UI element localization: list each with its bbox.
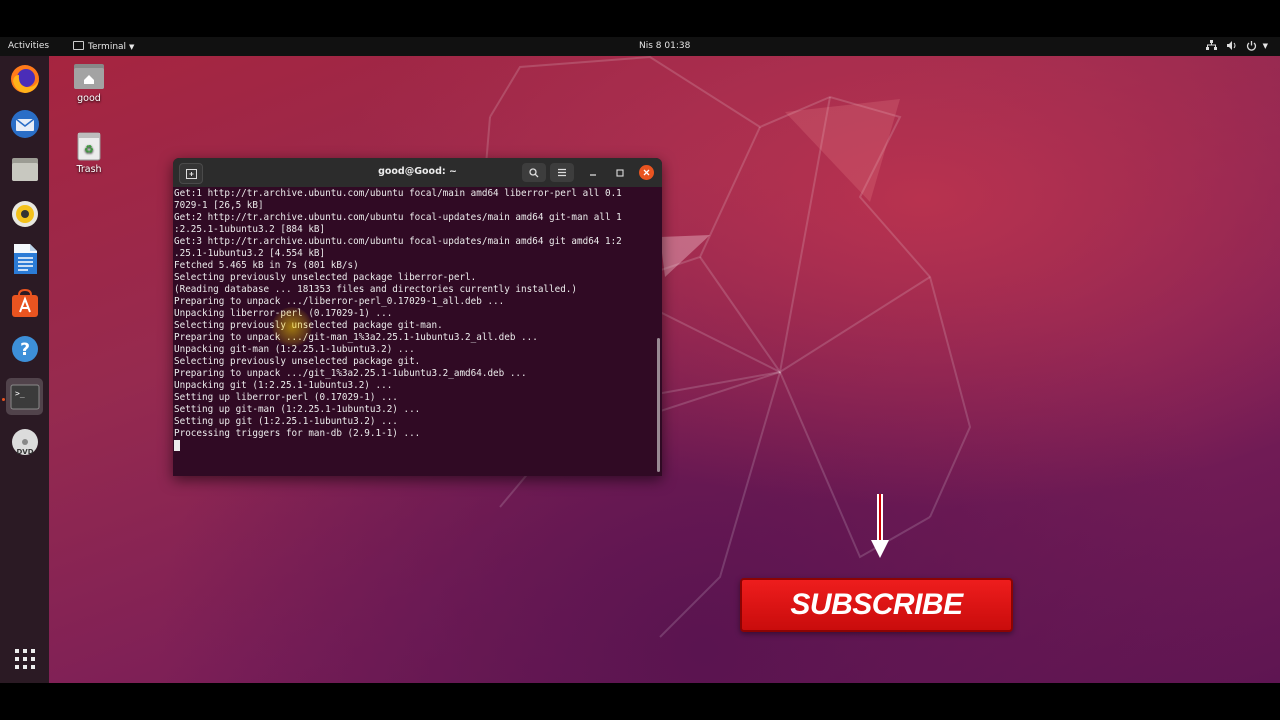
dock-item-thunderbird[interactable] <box>6 105 43 142</box>
dvd-icon: DVD <box>11 428 38 456</box>
dock: ? >_ DVD <box>0 56 49 683</box>
terminal-line: (Reading database ... 181353 files and d… <box>174 284 577 295</box>
volume-icon <box>1226 41 1236 50</box>
dock-show-applications[interactable] <box>6 640 43 677</box>
trash-icon: ♻ <box>77 132 101 161</box>
svg-text:>_: >_ <box>15 389 25 398</box>
rhythmbox-icon <box>11 200 38 227</box>
terminal-line: Get:3 http://tr.archive.ubuntu.com/ubunt… <box>174 236 622 247</box>
terminal-line: Setting up git (1:2.25.1-1ubuntu3.2) ... <box>174 416 398 427</box>
terminal-line: Preparing to unpack .../git-man_1%3a2.25… <box>174 332 538 343</box>
desktop-home-folder[interactable]: good <box>59 62 119 104</box>
terminal-line: Unpacking git (1:2.25.1-1ubuntu3.2) ... <box>174 380 393 391</box>
terminal-prompt-line <box>174 440 652 452</box>
terminal-line: .25.1-1ubuntu3.2 [4.554 kB] <box>174 248 326 259</box>
power-icon <box>1246 41 1256 51</box>
menu-button[interactable] <box>550 163 574 182</box>
search-icon <box>529 167 539 177</box>
chevron-down-icon: ▼ <box>1262 41 1269 50</box>
top-bar: Activities Terminal ▼ Nis 8 01:38 ▼ <box>0 37 1280 56</box>
terminal-line: Preparing to unpack .../git_1%3a2.25.1-1… <box>174 368 527 379</box>
firefox-icon <box>10 64 39 93</box>
dock-item-help[interactable]: ? <box>6 330 43 367</box>
terminal-line: Setting up git-man (1:2.25.1-1ubuntu3.2)… <box>174 404 421 415</box>
hamburger-menu-icon <box>558 168 566 177</box>
subscribe-button[interactable]: SUBSCRIBE <box>740 578 1013 632</box>
show-applications-icon <box>14 648 35 669</box>
thunderbird-icon <box>10 109 39 138</box>
terminal-line: Unpacking git-man (1:2.25.1-1ubuntu3.2) … <box>174 344 415 355</box>
activities-button[interactable]: Activities <box>8 41 49 51</box>
terminal-line: Selecting previously unselected package … <box>174 272 477 283</box>
minimize-button[interactable] <box>585 163 601 182</box>
svg-text:DVD: DVD <box>16 448 33 456</box>
terminal-line: Get:2 http://tr.archive.ubuntu.com/ubunt… <box>174 212 622 223</box>
terminal-line: Setting up liberror-perl (0.17029-1) ... <box>174 392 398 403</box>
software-icon <box>11 288 38 317</box>
search-button[interactable] <box>522 163 546 182</box>
scrollbar[interactable] <box>657 338 660 472</box>
dock-item-files[interactable] <box>6 150 43 187</box>
desktop-trash[interactable]: ♻ Trash <box>59 131 119 175</box>
maximize-button[interactable] <box>612 163 628 182</box>
help-icon: ? <box>11 335 38 362</box>
down-arrow-icon <box>871 494 889 558</box>
desktop-trash-label: Trash <box>76 164 102 175</box>
desktop-screen: Activities Terminal ▼ Nis 8 01:38 ▼ ? >_… <box>0 37 1280 683</box>
dock-item-software[interactable] <box>6 285 43 322</box>
terminal-line: 7029-1 [26,5 kB] <box>174 200 264 211</box>
libreoffice-writer-icon <box>13 243 37 274</box>
home-folder-icon <box>74 64 104 89</box>
network-icon <box>1206 40 1217 50</box>
files-icon <box>11 157 38 181</box>
terminal-line: Get:1 http://tr.archive.ubuntu.com/ubunt… <box>174 188 622 199</box>
maximize-icon <box>616 168 624 177</box>
text-cursor <box>174 440 180 451</box>
terminal-line: Processing triggers for man-db (2.9.1-1)… <box>174 428 421 439</box>
system-tray[interactable]: ▼ <box>1206 40 1268 51</box>
close-icon <box>643 169 650 176</box>
svg-text:♻: ♻ <box>84 143 94 156</box>
svg-text:?: ? <box>20 340 30 360</box>
terminal-small-icon <box>73 41 84 50</box>
terminal-line: Selecting previously unselected package … <box>174 356 421 367</box>
terminal-line: Preparing to unpack .../liberror-perl_0.… <box>174 296 505 307</box>
terminal-line: Unpacking liberror-perl (0.17029-1) ... <box>174 308 393 319</box>
terminal-icon: >_ <box>10 384 39 409</box>
dock-item-terminal[interactable]: >_ <box>6 378 43 415</box>
terminal-line: Fetched 5.465 kB in 7s (801 kB/s) <box>174 260 359 271</box>
chevron-down-icon: ▼ <box>129 43 135 51</box>
dock-item-writer[interactable] <box>6 240 43 277</box>
desktop-home-label: good <box>77 93 101 104</box>
dock-item-firefox[interactable] <box>6 60 43 97</box>
minimize-icon <box>590 173 596 176</box>
terminal-titlebar[interactable]: good@Good: ~ <box>173 158 662 187</box>
app-menu[interactable]: Terminal ▼ <box>73 41 134 52</box>
terminal-window[interactable]: good@Good: ~ Get:1 http://tr.archive.ubu… <box>173 158 662 476</box>
terminal-output[interactable]: Get:1 http://tr.archive.ubuntu.com/ubunt… <box>174 188 652 474</box>
clock[interactable]: Nis 8 01:38 <box>639 41 690 51</box>
close-button[interactable] <box>639 165 654 180</box>
terminal-line: Selecting previously unselected package … <box>174 320 443 331</box>
terminal-line: :2.25.1-1ubuntu3.2 [884 kB] <box>174 224 326 235</box>
running-indicator <box>2 398 5 401</box>
dock-item-dvd[interactable]: DVD <box>6 423 43 460</box>
dock-item-rhythmbox[interactable] <box>6 195 43 232</box>
app-menu-label: Terminal <box>88 42 127 52</box>
